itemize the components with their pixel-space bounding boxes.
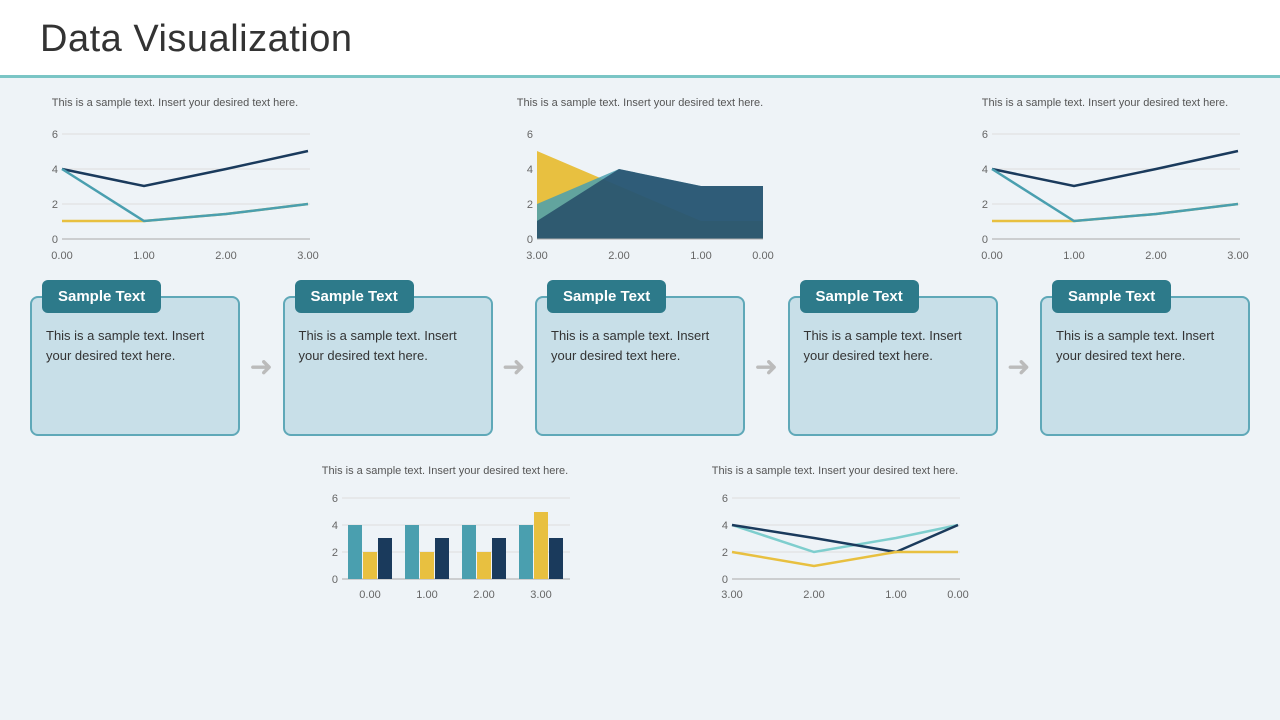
top-right-chart-title: This is a sample text. Insert your desir… [960,96,1250,110]
svg-text:3.00: 3.00 [297,250,318,262]
svg-text:2.00: 2.00 [1145,250,1166,262]
top-center-chart: This is a sample text. Insert your desir… [505,96,775,284]
svg-text:4: 4 [982,164,988,176]
top-right-chart: This is a sample text. Insert your desir… [960,96,1250,284]
arrow-2: ➜ [502,350,525,383]
top-left-chart-svg: 6 4 2 0 0.00 1.00 2.00 3.00 [30,114,320,284]
top-left-chart: This is a sample text. Insert your desir… [30,96,320,284]
process-box-2: Sample Text This is a sample text. Inser… [283,296,493,436]
bottom-charts-row: This is a sample text. Insert your desir… [30,464,1250,647]
bottom-right-chart-title: This is a sample text. Insert your desir… [700,464,970,478]
svg-text:2.00: 2.00 [215,250,236,262]
svg-text:0: 0 [527,234,533,246]
svg-text:1.00: 1.00 [885,589,906,601]
slide-header: Data Visualization [0,0,1280,78]
svg-text:4: 4 [722,520,728,532]
svg-text:3.00: 3.00 [721,589,742,601]
svg-text:0.00: 0.00 [981,250,1002,262]
svg-text:4: 4 [332,520,338,532]
top-left-chart-title: This is a sample text. Insert your desir… [30,96,320,110]
page-title: Data Visualization [40,18,1240,61]
svg-text:2: 2 [982,199,988,211]
process-box-1-header: Sample Text [42,280,161,313]
svg-text:1.00: 1.00 [416,589,437,601]
svg-text:0.00: 0.00 [51,250,72,262]
process-box-3-header: Sample Text [547,280,666,313]
svg-text:6: 6 [722,493,728,505]
svg-text:6: 6 [52,129,58,141]
process-box-4: Sample Text This is a sample text. Inser… [788,296,998,436]
bottom-left-chart: This is a sample text. Insert your desir… [310,464,580,647]
arrow-4: ➜ [1007,350,1030,383]
process-row: Sample Text This is a sample text. Inser… [30,296,1250,436]
top-center-chart-svg: 6 4 2 0 3.00 2.00 1.00 0.00 [505,114,775,284]
svg-text:2.00: 2.00 [803,589,824,601]
process-box-2-header: Sample Text [295,280,414,313]
svg-text:6: 6 [982,129,988,141]
top-charts-row: This is a sample text. Insert your desir… [30,96,1250,284]
svg-text:2.00: 2.00 [608,250,629,262]
svg-text:1.00: 1.00 [1063,250,1084,262]
svg-text:0.00: 0.00 [947,589,968,601]
svg-text:0: 0 [982,234,988,246]
svg-text:2: 2 [332,547,338,559]
svg-text:1.00: 1.00 [690,250,711,262]
process-box-4-header: Sample Text [800,280,919,313]
svg-text:4: 4 [52,164,58,176]
process-box-5: Sample Text This is a sample text. Inser… [1040,296,1250,436]
svg-text:0.00: 0.00 [359,589,380,601]
bottom-left-chart-title: This is a sample text. Insert your desir… [310,464,580,478]
svg-text:4: 4 [527,164,533,176]
svg-text:2: 2 [722,547,728,559]
svg-text:2: 2 [527,199,533,211]
top-center-chart-title: This is a sample text. Insert your desir… [505,96,775,110]
bottom-right-chart: This is a sample text. Insert your desir… [700,464,970,647]
svg-text:3.00: 3.00 [1227,250,1248,262]
process-box-3: Sample Text This is a sample text. Inser… [535,296,745,436]
arrow-3: ➜ [755,350,778,383]
svg-text:3.00: 3.00 [526,250,547,262]
svg-text:6: 6 [332,493,338,505]
main-content: This is a sample text. Insert your desir… [0,78,1280,658]
bottom-right-chart-svg: 6 4 2 0 3.00 2.00 1.00 0.00 [700,483,970,648]
svg-text:2.00: 2.00 [473,589,494,601]
svg-text:2: 2 [52,199,58,211]
process-box-1: Sample Text This is a sample text. Inser… [30,296,240,436]
slide: Data Visualization This is a sample text… [0,0,1280,720]
svg-text:6: 6 [527,129,533,141]
top-right-chart-svg: 6 4 2 0 0.00 1.00 2.00 3.00 [960,114,1250,284]
svg-text:3.00: 3.00 [530,589,551,601]
svg-text:0.00: 0.00 [752,250,773,262]
bottom-left-chart-svg: 6 4 2 0 [310,483,580,648]
process-box-5-header: Sample Text [1052,280,1171,313]
arrow-1: ➜ [250,350,273,383]
svg-text:0: 0 [332,574,338,586]
svg-text:1.00: 1.00 [133,250,154,262]
svg-text:0: 0 [52,234,58,246]
svg-text:0: 0 [722,574,728,586]
